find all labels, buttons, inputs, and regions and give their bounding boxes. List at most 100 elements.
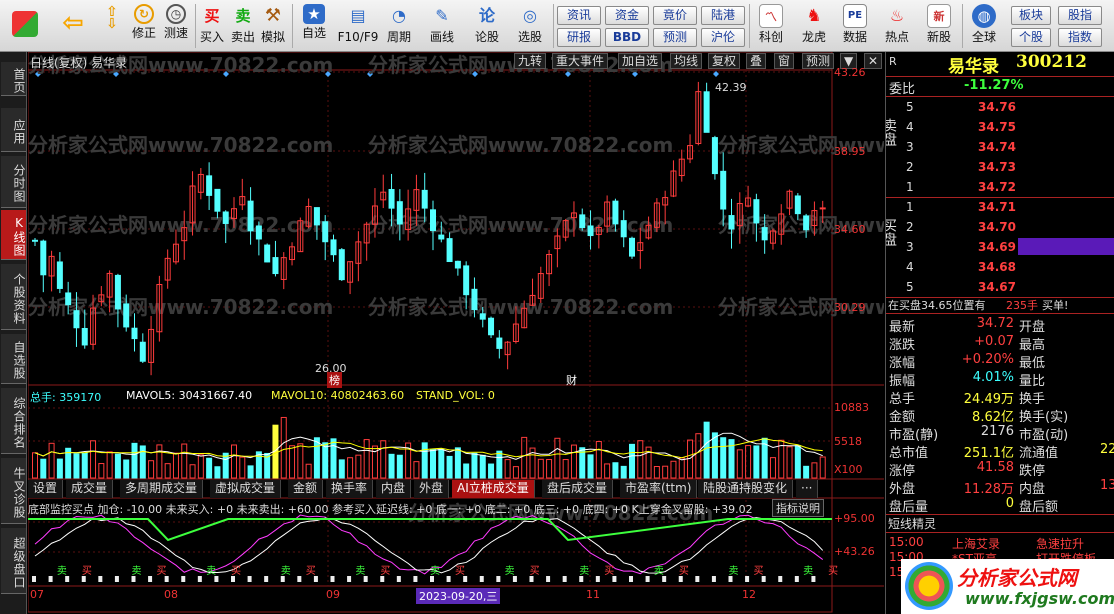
tab-ranking[interactable]: 综合排名 bbox=[1, 388, 26, 454]
buy-signal-label: 买 bbox=[306, 565, 316, 577]
simulate-button[interactable]: ⚒ 模拟 bbox=[259, 3, 287, 49]
news-button[interactable]: 资讯 bbox=[557, 6, 601, 25]
new-stock-button[interactable]: 新 新股 bbox=[921, 3, 957, 49]
auction-button[interactable]: 竟价 bbox=[653, 6, 697, 25]
funds-button[interactable]: 资金 bbox=[605, 6, 649, 25]
indicator-help-button[interactable]: 指标说明 bbox=[772, 499, 824, 517]
kechuang-icon: 〽 bbox=[759, 4, 783, 28]
chart-tool-0[interactable]: 九转 bbox=[514, 53, 547, 69]
signal-tick bbox=[479, 576, 484, 582]
indicator-tab-10[interactable]: 市盈率(ttm) bbox=[620, 480, 698, 498]
period-button[interactable]: ◔ 周期 bbox=[382, 3, 416, 49]
stock-index-futures-button[interactable]: 股指 bbox=[1058, 6, 1102, 25]
data-button[interactable]: PE 数据 bbox=[837, 3, 873, 49]
chart-tool-1[interactable]: 重大事件 bbox=[552, 53, 609, 69]
tab-watchlist[interactable]: 自选股 bbox=[1, 334, 26, 384]
indicator-tab-7[interactable]: 外盘 bbox=[414, 480, 450, 498]
volume-bar bbox=[56, 458, 63, 479]
volume-bar bbox=[123, 459, 130, 479]
candle-body bbox=[819, 207, 826, 210]
stat-value: 24.49万 bbox=[963, 392, 1014, 407]
chart-tool-3[interactable]: 均线 bbox=[670, 53, 703, 69]
dragon-tiger-button[interactable]: ♞ 龙虎 bbox=[796, 3, 832, 49]
back-button[interactable]: ⇦ bbox=[56, 3, 90, 49]
price-tick-3: 34.60 bbox=[834, 223, 866, 236]
tab-stock-info[interactable]: 个股资料 bbox=[1, 264, 26, 330]
index-button[interactable]: 指数 bbox=[1058, 28, 1102, 47]
tab-kline[interactable]: K线图 bbox=[1, 210, 26, 260]
finance-marker[interactable]: 财 bbox=[566, 372, 577, 388]
vol-tick-2: 5518 bbox=[834, 435, 862, 448]
app-grid-button[interactable] bbox=[6, 3, 44, 49]
updown-button[interactable]: ⇧ ⇩ bbox=[97, 3, 127, 49]
candle-body bbox=[131, 327, 138, 340]
asks-price: 34.76 bbox=[978, 100, 1016, 114]
chart-tool-5[interactable]: 叠 bbox=[746, 53, 767, 69]
hk-connect-button[interactable]: 陆港 bbox=[701, 6, 745, 25]
forecast-button[interactable]: 预测 bbox=[653, 28, 697, 47]
chart-tool-2[interactable]: 加自选 bbox=[618, 53, 663, 69]
fix-button[interactable]: ↻ 修正 bbox=[129, 3, 159, 49]
tab-diagnosis[interactable]: 牛叉诊股 bbox=[1, 458, 26, 524]
toolbar: ⇦ ⇧ ⇩ ↻ 修正 ◷ 测速 买 买入 卖 卖出 ⚒ 模拟 ★ 自选 ▤ F10… bbox=[0, 0, 1114, 52]
sprite-time[interactable]: 15:00 bbox=[889, 535, 924, 549]
volume-bar bbox=[148, 460, 155, 479]
signal-tick bbox=[297, 576, 302, 582]
indicator-tab-11[interactable]: 陆股通持股变化 bbox=[698, 480, 794, 498]
select-stock-button[interactable]: ◎ 选股 bbox=[512, 3, 548, 49]
kline-chart-area[interactable]: 分析家公式网www.70822.com 分析家公式网www.70822.com 分析… bbox=[28, 52, 884, 614]
chart-tool-9[interactable]: ✕ bbox=[864, 53, 883, 69]
candle-body bbox=[272, 257, 279, 275]
speedtest-button[interactable]: ◷ 测速 bbox=[161, 3, 191, 49]
research-button[interactable]: 研报 bbox=[557, 28, 601, 47]
indicator-tab-8[interactable]: AI立桩成交量 bbox=[452, 480, 535, 498]
draw-line-button[interactable]: ✎ 画线 bbox=[425, 3, 459, 49]
chart-tool-7[interactable]: 预测 bbox=[802, 53, 835, 69]
indicator-tab-5[interactable]: 换手率 bbox=[326, 480, 374, 498]
candle-body bbox=[711, 137, 718, 175]
single-stock-button[interactable]: 个股 bbox=[1011, 28, 1051, 47]
sell-signal-label: 卖 bbox=[206, 565, 216, 577]
indicator-tab-4[interactable]: 金额 bbox=[288, 480, 324, 498]
vol-total: 总手: 359170 bbox=[30, 391, 102, 404]
tab-home[interactable]: 首页 bbox=[1, 62, 26, 96]
indicator-tab-9[interactable]: 盘后成交量 bbox=[542, 480, 614, 498]
f10-button[interactable]: ▤ F10/F9 bbox=[336, 3, 380, 49]
tab-timeshare[interactable]: 分时图 bbox=[1, 156, 26, 208]
stat-right-label: 量比 bbox=[1019, 374, 1046, 389]
chart-tool-4[interactable]: 复权 bbox=[708, 53, 741, 69]
buy-button[interactable]: 买 买入 bbox=[198, 3, 226, 49]
bids-price: 34.68 bbox=[978, 260, 1016, 274]
hot-icon: ♨ bbox=[889, 6, 905, 25]
indicator-tab-1[interactable]: 成交量 bbox=[66, 480, 114, 498]
signal-tick bbox=[114, 576, 119, 582]
sector-button[interactable]: 板块 bbox=[1011, 6, 1051, 25]
stat-right-label: 换手 bbox=[1019, 392, 1046, 407]
volume-bar bbox=[380, 440, 387, 479]
buy-signal-label: 买 bbox=[679, 565, 689, 577]
bbd-button[interactable]: BBD bbox=[605, 28, 649, 47]
volume-bar bbox=[587, 454, 594, 479]
vol-tick-3: X100 bbox=[834, 463, 863, 476]
sell-button[interactable]: 卖 卖出 bbox=[229, 3, 257, 49]
global-button[interactable]: ◍ 全球 bbox=[966, 3, 1002, 49]
indicator-tab-0[interactable]: 设置 bbox=[28, 480, 64, 498]
candle-body bbox=[496, 337, 503, 349]
signal-tick bbox=[264, 576, 269, 582]
indicator-tab-3[interactable]: 虚拟成交量 bbox=[210, 480, 282, 498]
list-marker[interactable]: 榜 bbox=[327, 372, 342, 388]
tab-apps[interactable]: 应用 bbox=[1, 108, 26, 152]
kechuang-button[interactable]: 〽 科创 bbox=[753, 3, 789, 49]
shanghai-london-button[interactable]: 沪伦 bbox=[701, 28, 745, 47]
signal-tick bbox=[562, 576, 567, 582]
hot-button[interactable]: ♨ 热点 bbox=[879, 3, 915, 49]
indicator-tab-12[interactable]: ··· bbox=[796, 480, 819, 498]
chart-tool-6[interactable]: 窗 bbox=[774, 53, 795, 69]
volume-bar bbox=[430, 449, 436, 479]
indicator-tab-2[interactable]: 多周期成交量 bbox=[120, 480, 204, 498]
discuss-button[interactable]: 论 论股 bbox=[470, 3, 504, 49]
watchlist-button[interactable]: ★ 自选 bbox=[297, 3, 331, 49]
tab-super-quote[interactable]: 超级盘口 bbox=[1, 528, 26, 594]
stat-value: 11.28万 bbox=[963, 482, 1014, 497]
indicator-tab-6[interactable]: 内盘 bbox=[376, 480, 412, 498]
